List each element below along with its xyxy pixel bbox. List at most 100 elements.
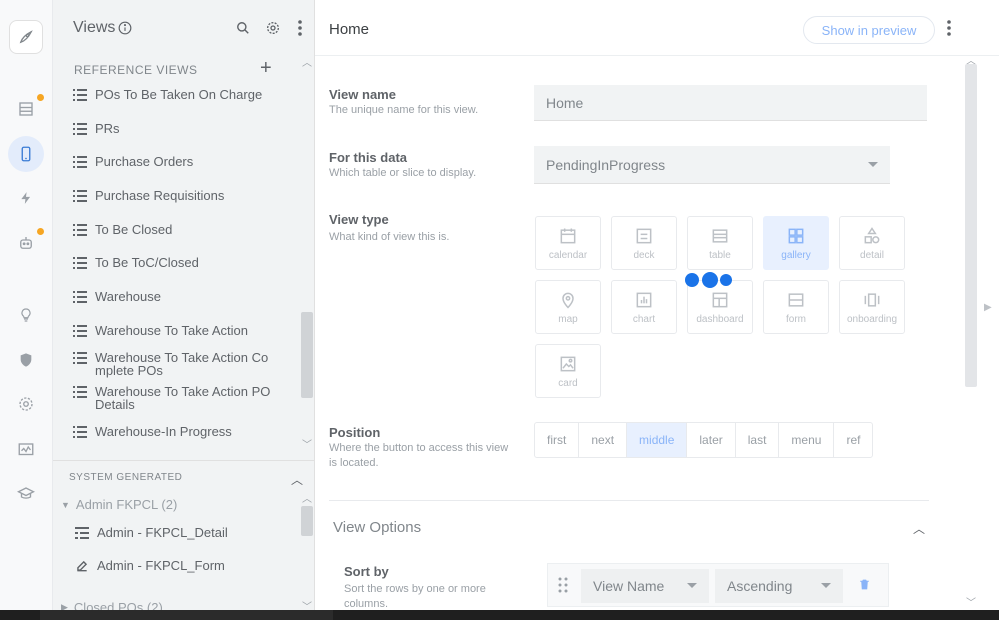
app-window: Views REFERENCE VIEWS + POs To Be Taken …	[0, 0, 999, 610]
views-header: Views	[53, 0, 314, 56]
list-item-label: Purchase Requisitions	[95, 188, 225, 203]
sort-direction-select[interactable]: Ascending	[715, 569, 843, 603]
collapse-system-icon[interactable]: ︿	[291, 471, 303, 488]
group-admin-fkpcl[interactable]: ▼ Admin FKPCL (2)	[61, 497, 177, 512]
for-data-value: PendingInProgress	[546, 156, 666, 173]
view-type-label: calendar	[548, 249, 588, 261]
system-scroll-thumb[interactable]	[301, 506, 313, 536]
detail-view-icon	[75, 526, 89, 540]
view-options-title: View Options	[333, 519, 422, 536]
list-item[interactable]: Warehouse To Take Action	[73, 324, 298, 338]
editor-header: Home Show in preview	[315, 0, 999, 56]
delete-icon[interactable]	[858, 577, 871, 597]
view-type-map[interactable]: map	[535, 280, 601, 334]
view-type-onboarding[interactable]: onboarding	[839, 280, 905, 334]
collapse-view-options-icon[interactable]: ︿	[913, 520, 925, 537]
dropdown-caret-icon	[821, 583, 831, 588]
list-item[interactable]: To Be Closed	[73, 223, 298, 237]
editor-scrollbar[interactable]: ︿ ﹀	[964, 52, 978, 609]
position-next-button[interactable]: next	[579, 423, 628, 457]
views-panel: Views REFERENCE VIEWS + POs To Be Taken …	[53, 0, 315, 610]
search-icon[interactable]	[234, 19, 252, 37]
nav-rail	[0, 0, 53, 610]
position-menu-button[interactable]: menu	[779, 423, 835, 457]
bolt-icon[interactable]	[8, 180, 44, 216]
drag-handle-icon[interactable]	[558, 577, 568, 598]
list-item[interactable]: Warehouse-In Progress	[73, 425, 298, 439]
group-closed-label: Closed POs (2)	[73, 600, 163, 610]
for-data-help: Which table or slice to display.	[329, 167, 477, 179]
lightbulb-icon[interactable]	[8, 297, 44, 333]
list-item[interactable]: PRs	[73, 122, 298, 136]
position-help: Where the button to access this view is …	[329, 442, 509, 469]
list-item-label: POs To Be Taken On Charge	[95, 87, 263, 102]
view-type-deck[interactable]: deck	[611, 216, 677, 270]
add-view-icon[interactable]: +	[260, 58, 272, 78]
list-view-icon	[73, 223, 87, 237]
view-type-detail[interactable]: detail	[839, 216, 905, 270]
list-item[interactable]: Warehouse	[73, 290, 298, 304]
for-data-select[interactable]: PendingInProgress	[534, 146, 890, 184]
card-icon	[560, 356, 576, 371]
views-icon[interactable]	[8, 136, 44, 172]
scroll-up-icon[interactable]: ︿	[302, 490, 312, 505]
list-item[interactable]: Warehouse To Take Action PO Details	[73, 385, 298, 411]
list-item-label: Warehouse To Take Action Co mplete POs	[95, 350, 269, 378]
show-in-preview-button[interactable]: Show in preview	[803, 16, 935, 44]
list-item[interactable]: Warehouse To Take Action Co mplete POs	[73, 351, 298, 377]
list-item[interactable]: Admin - FKPCL_Detail	[75, 526, 300, 540]
position-button-group: first next middle later last menu ref	[534, 422, 874, 458]
sort-by-row: View Name Ascending	[547, 563, 889, 607]
view-type-gallery[interactable]: gallery	[763, 216, 829, 270]
shield-icon[interactable]	[8, 342, 44, 378]
table-icon	[712, 228, 728, 243]
spinner-dot	[702, 272, 718, 288]
list-item[interactable]: POs To Be Taken On Charge	[73, 88, 298, 102]
reference-views-label: REFERENCE VIEWS	[74, 63, 198, 77]
position-ref-button[interactable]: ref	[834, 423, 872, 457]
sort-column-select[interactable]: View Name	[581, 569, 709, 603]
caret-right-icon: ▶	[61, 602, 68, 610]
view-type-calendar[interactable]: calendar	[535, 216, 601, 270]
list-item[interactable]: Purchase Requisitions	[73, 189, 298, 203]
scroll-down-icon[interactable]: ﹀	[302, 436, 312, 451]
view-type-chart[interactable]: chart	[611, 280, 677, 334]
settings-gear-icon[interactable]	[264, 19, 282, 37]
form-edit-icon	[75, 559, 89, 573]
info-icon[interactable]	[117, 20, 133, 36]
gear-icon[interactable]	[8, 386, 44, 422]
view-type-form[interactable]: form	[763, 280, 829, 334]
monitor-icon[interactable]	[8, 432, 44, 468]
scroll-down-icon[interactable]: ﹀	[966, 594, 976, 609]
view-type-label: View type	[329, 212, 389, 227]
view-type-label: table	[709, 249, 731, 261]
position-last-button[interactable]: last	[736, 423, 780, 457]
view-type-dashboard[interactable]: dashboard	[687, 280, 753, 334]
position-first-button[interactable]: first	[535, 423, 580, 457]
reference-scroll-thumb[interactable]	[301, 312, 313, 398]
view-type-table[interactable]: table	[687, 216, 753, 270]
group-closed-pos[interactable]: ▶ Closed POs (2)	[61, 600, 163, 610]
app-logo-icon[interactable]	[9, 20, 43, 54]
scroll-up-icon[interactable]: ︿	[302, 54, 312, 69]
more-vert-icon[interactable]	[291, 19, 309, 37]
list-item[interactable]: Purchase Orders	[73, 155, 298, 169]
more-vert-icon[interactable]	[947, 20, 955, 38]
list-item[interactable]: To Be ToC/Closed	[73, 256, 298, 270]
position-later-button[interactable]: later	[687, 423, 736, 457]
school-icon[interactable]	[8, 476, 44, 512]
list-item[interactable]: Admin - FKPCL_Form	[75, 559, 300, 573]
calendar-icon	[560, 228, 576, 243]
group-admin-label: Admin FKPCL (2)	[75, 497, 178, 512]
section-divider	[53, 460, 314, 461]
dashboard-icon	[712, 292, 728, 307]
position-middle-button[interactable]: middle	[627, 423, 688, 457]
expand-right-icon[interactable]: ▶	[984, 302, 992, 313]
scroll-down-icon[interactable]: ﹀	[302, 598, 312, 610]
gallery-icon	[788, 228, 804, 243]
view-name-input[interactable]: Home	[534, 85, 927, 121]
view-type-label: chart	[632, 313, 656, 325]
list-view-icon	[73, 256, 87, 270]
editor-scroll-thumb[interactable]	[965, 64, 977, 387]
view-type-card[interactable]: card	[535, 344, 601, 398]
